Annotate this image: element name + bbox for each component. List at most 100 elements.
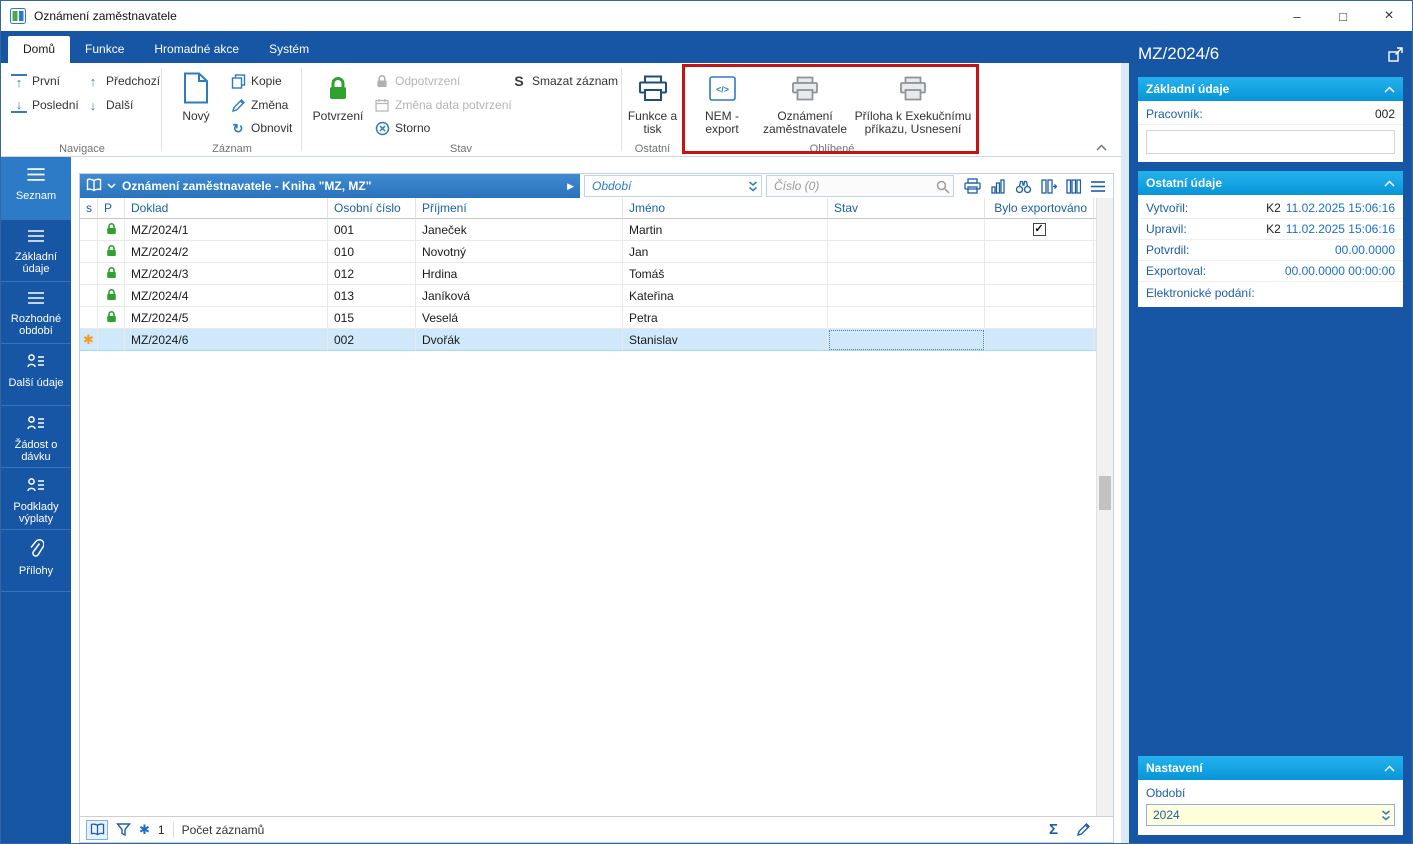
sidebar-item-seznam[interactable]: Seznam — [1, 158, 71, 220]
dalsi-button[interactable]: ↓ Další — [85, 95, 134, 115]
cislo-filter-input[interactable] — [766, 175, 954, 197]
sidebar-item-prilohy[interactable]: Přílohy — [1, 530, 71, 592]
group-label-oblibene: Oblíbené — [809, 143, 855, 155]
arrow-up-icon: ↑ — [89, 73, 97, 89]
smazat-zaznam-button[interactable]: S Smazat záznam — [511, 71, 618, 91]
code-export-icon: </> — [708, 68, 736, 108]
play-icon[interactable]: ▶ — [567, 181, 574, 191]
sidebar-item-zadost-o-davku[interactable]: Žádost o dávku — [1, 406, 71, 468]
chart-icon[interactable] — [990, 178, 1006, 194]
book-view-toggle[interactable] — [86, 819, 108, 840]
column-header-s[interactable]: s — [80, 198, 98, 219]
column-header-jmeno[interactable]: Jméno — [623, 198, 828, 219]
pencil-icon — [230, 98, 246, 113]
lock-icon — [106, 310, 117, 326]
section-header-nastaveni[interactable]: Nastavení — [1138, 756, 1403, 780]
app-icon — [10, 8, 26, 24]
section-header-ostatni-udaje[interactable]: Ostatní údaje — [1138, 171, 1403, 195]
funkce-a-tisk-button[interactable]: Funkce a tisk — [624, 66, 681, 152]
obdobi-combo-input[interactable] — [1146, 804, 1395, 826]
column-header-stav[interactable]: Stav — [828, 198, 985, 219]
prvni-button[interactable]: ↑ První — [11, 71, 60, 91]
book-header: Oznámení zaměstnavatele - Kniha "MZ, MZ"… — [80, 174, 580, 198]
oznameni-zamestnavatele-print-button[interactable]: Oznámení zaměstnavatele — [757, 66, 853, 152]
predchozi-button[interactable]: ↑ Předchozí — [85, 71, 160, 91]
columns-icon[interactable] — [1066, 178, 1081, 194]
table-row[interactable]: MZ/2024/3 012 Hrdina Tomáš — [80, 263, 1113, 285]
ribbon-group-ostatni: Funkce a tisk Ostatní — [622, 63, 683, 156]
new-records-icon[interactable]: ✱ — [139, 823, 150, 836]
obdobi-filter-input[interactable] — [584, 175, 762, 197]
tab-funkce[interactable]: Funkce — [70, 36, 139, 63]
focused-cell[interactable] — [828, 329, 985, 351]
column-header-p[interactable]: P — [98, 198, 125, 219]
filter-icon[interactable] — [116, 822, 131, 837]
table-row[interactable]: MZ/2024/5 015 Veselá Petra — [80, 307, 1113, 329]
scrollbar-thumb[interactable] — [1099, 476, 1111, 511]
pracovnik-detail-field[interactable] — [1146, 130, 1395, 154]
sidebar-item-zakladni-udaje[interactable]: Základní údaje — [1, 220, 71, 282]
sum-icon[interactable]: Σ — [1049, 822, 1058, 837]
kopie-button[interactable]: Kopie — [230, 71, 282, 91]
new-record-icon: ✱ — [83, 332, 94, 347]
double-chevron-icon[interactable] — [1381, 809, 1391, 822]
column-header-prijmeni[interactable]: Příjmení — [416, 198, 623, 219]
zmena-button[interactable]: Změna — [230, 95, 288, 115]
book-bar: Oznámení zaměstnavatele - Kniha "MZ, MZ"… — [80, 174, 1113, 198]
print-icon[interactable] — [964, 178, 981, 194]
collapse-chevron-icon[interactable] — [1384, 764, 1395, 772]
novy-button[interactable]: Nový — [172, 66, 220, 152]
menu-icon[interactable] — [1090, 180, 1106, 193]
column-header-doklad[interactable]: Doklad — [125, 198, 328, 219]
exported-checkbox[interactable]: ✓ — [1032, 223, 1046, 236]
potvrzeni-button[interactable]: Potvrzení — [308, 66, 368, 152]
close-button[interactable]: × — [1366, 1, 1412, 31]
group-label-stav: Stav — [449, 143, 472, 155]
table-row[interactable]: MZ/2024/4 013 Janíková Kateřina — [80, 285, 1113, 307]
lock-icon — [106, 244, 117, 260]
sidebar-item-rozhodne-obdobi[interactable]: Rozhodné období — [1, 282, 71, 344]
app-window: Oznámení zaměstnavatele – □ × Domů Funkc… — [0, 0, 1413, 844]
collapse-chevron-icon[interactable] — [1384, 179, 1395, 187]
table-row-selected[interactable]: ✱ MZ/2024/6 002 Dvořák Stanislav — [80, 329, 1113, 351]
sidebar-item-podklady-vyplaty[interactable]: Podklady výplaty — [1, 468, 71, 530]
collapse-chevron-icon[interactable] — [1384, 85, 1395, 93]
section-header-zakladni-udaje[interactable]: Základní údaje — [1138, 77, 1403, 101]
tab-domu[interactable]: Domů — [8, 36, 71, 63]
storno-button[interactable]: Storno — [374, 118, 430, 138]
table-row[interactable]: MZ/2024/2 010 Novotný Jan — [80, 241, 1113, 263]
column-header-osobni-cislo[interactable]: Osobní číslo — [328, 198, 416, 219]
calendar-gray-icon — [374, 98, 390, 112]
table-empty-space — [80, 351, 1113, 816]
edit-pencil-icon[interactable] — [1076, 822, 1091, 837]
search-icon[interactable] — [936, 180, 950, 194]
popout-icon[interactable] — [1388, 46, 1403, 62]
double-chevron-icon[interactable] — [748, 180, 758, 193]
priloha-exekucni-print-button[interactable]: Příloha k Exekučnímu příkazu, Usnesení — [851, 66, 975, 152]
ribbon-collapse-icon[interactable] — [1096, 144, 1107, 151]
nem-export-button[interactable]: </> NEM - export — [693, 66, 751, 152]
tab-hromadne-akce[interactable]: Hromadné akce — [139, 36, 254, 63]
column-header-bylo-exportovano[interactable]: Bylo exportováno — [985, 198, 1094, 219]
binoculars-icon[interactable] — [1015, 179, 1032, 194]
table-row[interactable]: MZ/2024/1 001 Janeček Martin ✓ — [80, 219, 1113, 241]
group-label-zaznam: Záznam — [212, 143, 252, 155]
obnovit-button[interactable]: ↻ Obnovit — [230, 118, 293, 138]
chevron-down-icon[interactable] — [107, 183, 116, 189]
posledni-button[interactable]: ↓ Poslední — [11, 95, 79, 115]
paperclip-icon — [28, 539, 45, 560]
refresh-icon: ↻ — [232, 120, 244, 136]
tab-system[interactable]: Systém — [254, 36, 324, 63]
book-icon[interactable] — [86, 178, 102, 195]
group-label-ostatni: Ostatní — [634, 143, 671, 155]
arrow-down-icon: ↓ — [89, 97, 97, 113]
list-icon — [27, 291, 45, 308]
sidebar-item-dalsi-udaje[interactable]: Další údaje — [1, 344, 71, 406]
title-bar: Oznámení zaměstnavatele – □ × — [1, 1, 1412, 31]
minimize-button[interactable]: – — [1274, 1, 1320, 31]
ribbon-group-oblibene: </> NEM - export Oznámení zaměstnavatele… — [685, 63, 979, 156]
column-arrow-icon[interactable] — [1041, 178, 1057, 194]
printer-dark-icon — [638, 68, 668, 108]
vertical-scrollbar[interactable] — [1096, 198, 1113, 816]
maximize-button[interactable]: □ — [1320, 1, 1366, 31]
